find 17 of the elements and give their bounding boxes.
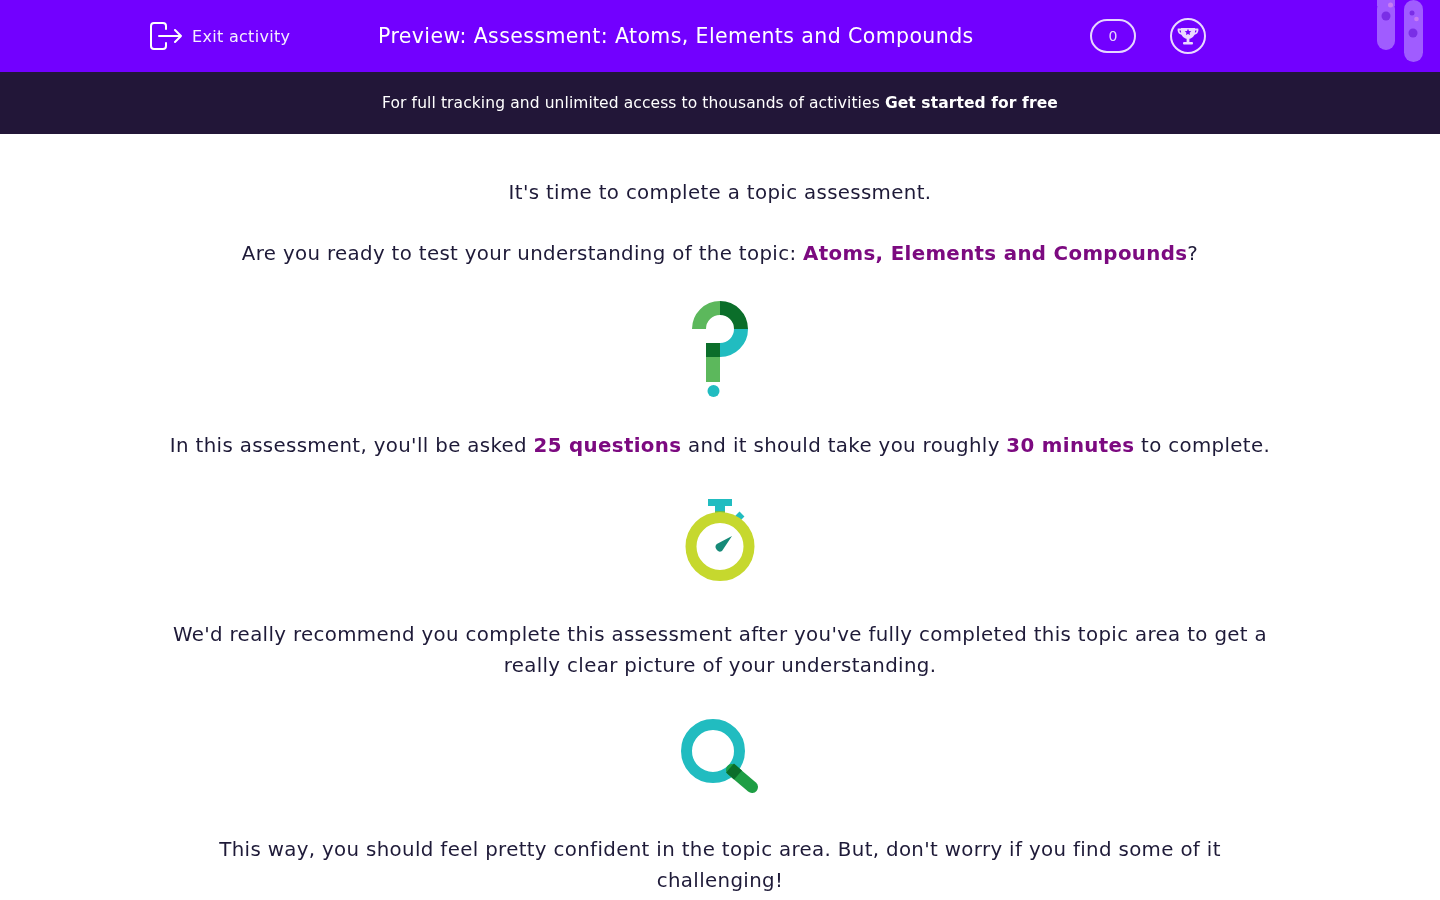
topic-prompt-text: Are you ready to test your understanding of the topic: Atoms, Elements and Compounds? bbox=[241, 241, 1199, 267]
question-count-text: In this assessment, you'll be asked 25 questions and it should take you roughly 30 minutes to complete. bbox=[169, 433, 1271, 459]
test-tubes-icon bbox=[1377, 0, 1423, 62]
exit-icon bbox=[150, 22, 182, 50]
recommendation-text: We'd really recommend you complete this assessment after you've fully completed this topic area to get a really clear picture of your understanding. bbox=[171, 622, 1269, 679]
banner-text: For full tracking and unlimited access to thousands of activities Get started for free bbox=[382, 94, 1058, 112]
exit-activity-button[interactable]: Exit activity bbox=[150, 22, 291, 50]
question-mark-icon bbox=[692, 301, 748, 397]
stopwatch-icon bbox=[685, 499, 755, 581]
intro-text: It's time to complete a topic assessment. bbox=[508, 180, 932, 206]
search-icon bbox=[681, 719, 759, 794]
get-started-link[interactable]: Get started for free bbox=[884, 94, 1058, 112]
score-counter: 0 bbox=[1090, 19, 1136, 53]
trophy-button[interactable] bbox=[1170, 18, 1206, 54]
trophy-icon bbox=[1170, 18, 1206, 54]
activity-title: Preview: Assessment: Atoms, Elements and Compounds bbox=[378, 24, 974, 48]
reassurance-text: This way, you should feel pretty confident in the topic area. But, don't worry if you find some of it challenging! bbox=[218, 837, 1222, 894]
